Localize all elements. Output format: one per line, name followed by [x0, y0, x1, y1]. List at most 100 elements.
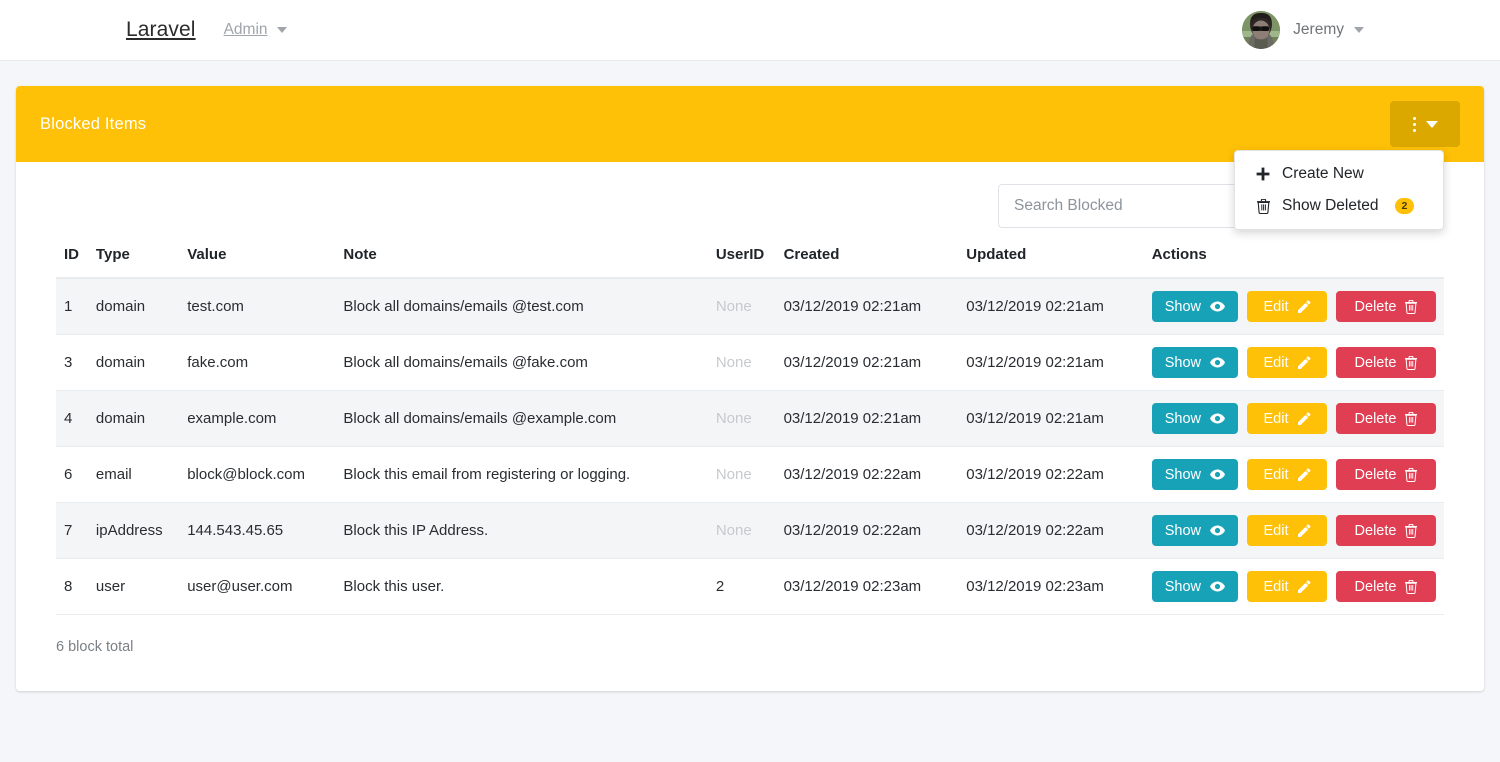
pencil-icon [1297, 580, 1311, 593]
delete-button[interactable]: Delete [1336, 347, 1436, 378]
show-button-label: Show [1164, 578, 1201, 595]
cell-id: 7 [56, 502, 88, 559]
edit-button[interactable]: Edit [1247, 347, 1327, 378]
pencil-icon [1297, 356, 1311, 369]
eye-icon [1210, 581, 1225, 592]
cell-type: domain [87, 334, 180, 391]
eye-icon [1210, 469, 1225, 480]
cell-actions: Show Edit Delete [1143, 446, 1444, 503]
cell-actions: Show Edit Delete [1143, 558, 1444, 615]
edit-button[interactable]: Edit [1247, 515, 1327, 546]
cell-userid: 2 [707, 558, 776, 615]
cell-userid: None [707, 390, 776, 447]
column-header-created[interactable]: Created [775, 240, 959, 279]
eye-icon [1210, 357, 1225, 368]
cell-type: email [87, 446, 180, 503]
show-button[interactable]: Show [1151, 403, 1238, 434]
cell-userid: None [707, 502, 776, 559]
card-options-dropdown[interactable]: Create New Show Deleted 2 [1234, 150, 1444, 230]
row-actions: Show Edit Delete [1151, 347, 1436, 378]
menu-item-create-new-label: Create New [1282, 165, 1364, 182]
show-button[interactable]: Show [1151, 347, 1238, 378]
cell-created: 03/12/2019 02:23am [775, 558, 959, 615]
column-header-value[interactable]: Value [179, 240, 336, 279]
trash-icon [1405, 523, 1418, 538]
cell-actions: Show Edit Delete [1143, 334, 1444, 391]
nav-item-admin[interactable]: Admin [224, 21, 287, 39]
avatar[interactable] [1242, 11, 1281, 49]
cell-actions: Show Edit Delete [1143, 390, 1444, 447]
cell-updated: 03/12/2019 02:21am [958, 334, 1144, 391]
row-actions: Show Edit Delete [1151, 571, 1436, 602]
edit-button[interactable]: Edit [1247, 571, 1327, 602]
chevron-down-icon [276, 27, 287, 33]
cell-created: 03/12/2019 02:21am [775, 334, 959, 391]
show-button[interactable]: Show [1151, 459, 1238, 490]
row-actions: Show Edit Delete [1151, 291, 1436, 322]
blocked-items-table-container: ID Type Value Note UserID Created Update… [16, 228, 1484, 615]
row-actions: Show Edit Delete [1151, 403, 1436, 434]
table-total-label: 6 block total [56, 639, 134, 655]
cell-updated: 03/12/2019 02:21am [958, 278, 1144, 335]
delete-button[interactable]: Delete [1336, 459, 1436, 490]
show-button-label: Show [1164, 410, 1201, 427]
cell-updated: 03/12/2019 02:23am [958, 558, 1144, 615]
cell-id: 4 [56, 390, 88, 447]
cell-type: user [87, 558, 180, 615]
delete-button-label: Delete [1354, 522, 1397, 539]
delete-button-label: Delete [1354, 298, 1397, 315]
table-row: 6 email block@block.com Block this email fr… [56, 446, 1444, 503]
edit-button-label: Edit [1263, 410, 1289, 427]
edit-button[interactable]: Edit [1247, 291, 1327, 322]
trash-icon [1405, 411, 1418, 426]
kebab-menu-icon [1412, 116, 1416, 132]
navbar-user-menu[interactable]: Jeremy [1242, 11, 1364, 49]
edit-button-label: Edit [1263, 466, 1289, 483]
cell-updated: 03/12/2019 02:21am [958, 390, 1144, 447]
delete-button-label: Delete [1354, 466, 1397, 483]
delete-button[interactable]: Delete [1336, 291, 1436, 322]
cell-created: 03/12/2019 02:21am [775, 278, 959, 335]
menu-item-show-deleted[interactable]: Show Deleted 2 [1235, 190, 1443, 222]
eye-icon [1210, 525, 1225, 536]
show-button[interactable]: Show [1151, 291, 1238, 322]
cell-type: domain [87, 278, 180, 335]
column-header-note[interactable]: Note [335, 240, 708, 279]
row-actions: Show Edit Delete [1151, 459, 1436, 490]
edit-button-label: Edit [1263, 578, 1289, 595]
table-row: 3 domain fake.com Block all domains/emails … [56, 334, 1444, 391]
page-content: Blocked Items Create New Show Deleted 2 … [0, 61, 1500, 691]
column-header-id[interactable]: ID [56, 240, 88, 279]
cell-updated: 03/12/2019 02:22am [958, 502, 1144, 559]
brand-logo[interactable]: Laravel [126, 18, 196, 42]
edit-button-label: Edit [1263, 298, 1289, 315]
menu-item-create-new[interactable]: Create New [1235, 158, 1443, 190]
cell-note: Block all domains/emails @example.com [335, 390, 708, 447]
show-button[interactable]: Show [1151, 515, 1238, 546]
card-options-button[interactable] [1390, 101, 1460, 147]
table-row: 8 user user@user.com Block this user. 2 03/12… [56, 558, 1444, 615]
delete-button-label: Delete [1354, 410, 1397, 427]
column-header-type[interactable]: Type [87, 240, 180, 279]
cell-created: 03/12/2019 02:21am [775, 390, 959, 447]
cell-created: 03/12/2019 02:22am [775, 446, 959, 503]
show-button[interactable]: Show [1151, 571, 1238, 602]
delete-button-label: Delete [1354, 354, 1397, 371]
column-header-userid[interactable]: UserID [707, 240, 776, 279]
cell-value: user@user.com [179, 558, 336, 615]
pencil-icon [1297, 524, 1311, 537]
edit-button[interactable]: Edit [1247, 403, 1327, 434]
table-row: 4 domain example.com Block all domains/emai… [56, 390, 1444, 447]
edit-button[interactable]: Edit [1247, 459, 1327, 490]
column-header-updated[interactable]: Updated [958, 240, 1144, 279]
trash-icon [1405, 579, 1418, 594]
delete-button[interactable]: Delete [1336, 515, 1436, 546]
edit-button-label: Edit [1263, 522, 1289, 539]
table-header-row: ID Type Value Note UserID Created Update… [56, 240, 1444, 279]
cell-note: Block all domains/emails @fake.com [335, 334, 708, 391]
table-row: 7 ipAddress 144.543.45.65 Block this IP Add… [56, 502, 1444, 559]
delete-button[interactable]: Delete [1336, 403, 1436, 434]
delete-button[interactable]: Delete [1336, 571, 1436, 602]
table-row: 1 domain test.com Block all domains/emails … [56, 278, 1444, 335]
user-menu-label[interactable]: Jeremy [1293, 21, 1364, 39]
